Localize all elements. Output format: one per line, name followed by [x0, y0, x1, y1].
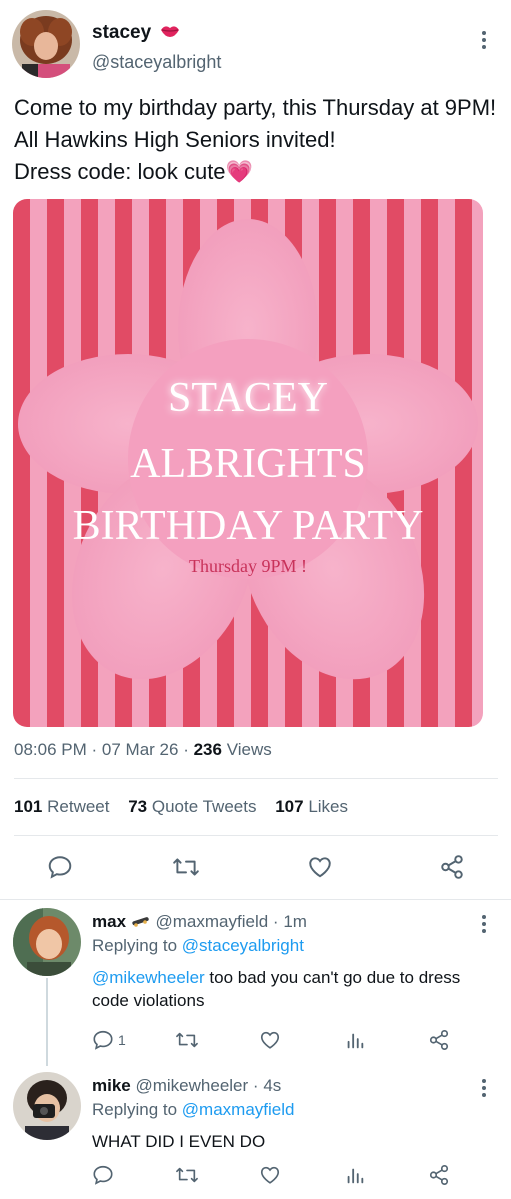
tweet-header: stacey @staceyalbright [12, 10, 502, 80]
reply-handle[interactable]: @maxmayfield [156, 912, 269, 931]
tweet-text-line1: Come to my birthday party, this Thursday… [14, 95, 497, 152]
meta-separator: · [91, 740, 98, 759]
media-line1: STACEY [168, 375, 328, 421]
share-button[interactable] [428, 1029, 450, 1051]
reply-separator: · [252, 1076, 259, 1095]
quotes-count: 73 [128, 797, 148, 816]
tweet-date[interactable]: 07 Mar 26 [102, 740, 179, 759]
reply-display-name[interactable]: mike [92, 1076, 131, 1095]
more-icon[interactable] [474, 26, 494, 54]
display-name[interactable]: stacey [92, 22, 151, 44]
share-button[interactable] [428, 1164, 450, 1186]
like-icon [309, 857, 331, 878]
analytics-icon [347, 1033, 364, 1049]
analytics-button[interactable] [344, 1164, 366, 1186]
retweets-stat[interactable]: 101 Retweet [14, 797, 109, 816]
meta-separator: · [183, 740, 189, 759]
tweet-text: Come to my birthday party, this Thursday… [14, 92, 504, 188]
reply-button[interactable]: 1 [92, 1029, 126, 1051]
avatar-max[interactable] [13, 908, 81, 976]
replying-prefix: Replying to [92, 1100, 178, 1119]
reply-text: @mikewheeler too bad you can't go due to… [92, 966, 492, 1012]
reply-display-name[interactable]: max [92, 912, 126, 931]
share-icon [429, 1165, 449, 1185]
replying-to: Replying to @staceyalbright [92, 936, 304, 956]
reply-mike[interactable]: mike @mikewheeler · 4s Replying to @maxm… [0, 1072, 511, 1162]
like-button[interactable] [259, 1164, 281, 1186]
reply-handle[interactable]: @mikewheeler [135, 1076, 248, 1095]
tweet-stats: 101 Retweet 73 Quote Tweets 107 Likes [14, 797, 362, 817]
likes-stat[interactable]: 107 Likes [275, 797, 348, 816]
more-icon[interactable] [474, 1074, 494, 1102]
retweet-icon [173, 858, 199, 876]
tweet-text-line2: Dress code: look cute [14, 159, 226, 184]
divider [14, 835, 498, 836]
likes-count: 107 [275, 797, 304, 816]
tweet-media-image[interactable]: STACEY ALBRIGHTS BIRTHDAY PARTY Thursday… [13, 199, 483, 727]
media-line3: BIRTHDAY PARTY [73, 503, 424, 549]
avatar-stacey[interactable] [12, 10, 80, 78]
reply-time[interactable]: 1m [283, 912, 307, 931]
share-icon [429, 1030, 449, 1050]
replying-prefix: Replying to [92, 936, 178, 955]
analytics-icon [347, 1168, 364, 1184]
reply-icon [48, 856, 72, 879]
retweet-icon [176, 1167, 198, 1183]
tweet-action-bar [0, 848, 511, 888]
quotes-label: Quote Tweets [151, 797, 257, 816]
media-line2: ALBRIGHTS [130, 441, 366, 487]
like-icon [260, 1166, 280, 1184]
reply-time[interactable]: 4s [263, 1076, 281, 1095]
share-icon [441, 855, 463, 879]
media-subtitle: Thursday 9PM ! [189, 556, 307, 576]
likes-label: Likes [308, 797, 348, 816]
retweet-button[interactable] [172, 854, 200, 880]
tweet-meta: 08:06 PM · 07 Mar 26 · 236 Views [14, 740, 272, 760]
analytics-button[interactable] [344, 1029, 366, 1051]
reply-header: max @maxmayfield · 1m [92, 912, 307, 933]
reply-action-bar [0, 1162, 511, 1199]
share-button[interactable] [439, 854, 465, 880]
skateboard-icon [131, 913, 151, 933]
reply-text: WHAT DID I EVEN DO [92, 1132, 266, 1151]
reply-count: 1 [118, 1032, 126, 1048]
replying-to: Replying to @maxmayfield [92, 1100, 294, 1120]
more-icon[interactable] [474, 910, 494, 938]
like-button[interactable] [307, 854, 333, 880]
mention-link[interactable]: @mikewheeler [92, 968, 205, 987]
divider [0, 899, 511, 900]
replying-to-link[interactable]: @maxmayfield [182, 1100, 295, 1119]
tweet-time[interactable]: 08:06 PM [14, 740, 87, 759]
handle[interactable]: @staceyalbright [92, 52, 221, 73]
retweet-button[interactable] [175, 1164, 199, 1186]
divider [14, 778, 498, 779]
reply-button[interactable] [92, 1164, 114, 1186]
avatar-mike[interactable] [13, 1072, 81, 1140]
retweets-label: Retweet [47, 797, 110, 816]
name-block: stacey @staceyalbright [92, 22, 221, 73]
like-button[interactable] [259, 1029, 281, 1051]
retweet-button[interactable] [175, 1029, 199, 1051]
quotes-stat[interactable]: 73 Quote Tweets [128, 797, 256, 816]
retweets-count: 101 [14, 797, 43, 816]
reply-icon [93, 1030, 113, 1050]
reply-icon [93, 1165, 113, 1185]
heart-emoji: 💗 [225, 159, 253, 184]
retweet-icon [176, 1032, 198, 1048]
views-count: 236 [193, 740, 222, 759]
reply-action-bar: 1 [0, 1027, 511, 1067]
reply-separator: · [272, 912, 279, 931]
replying-to-link[interactable]: @staceyalbright [182, 936, 304, 955]
views-label: Views [226, 740, 272, 759]
reply-button[interactable] [47, 854, 73, 880]
like-icon [260, 1031, 280, 1049]
lips-icon [160, 24, 180, 43]
reply-header: mike @mikewheeler · 4s [92, 1076, 281, 1096]
